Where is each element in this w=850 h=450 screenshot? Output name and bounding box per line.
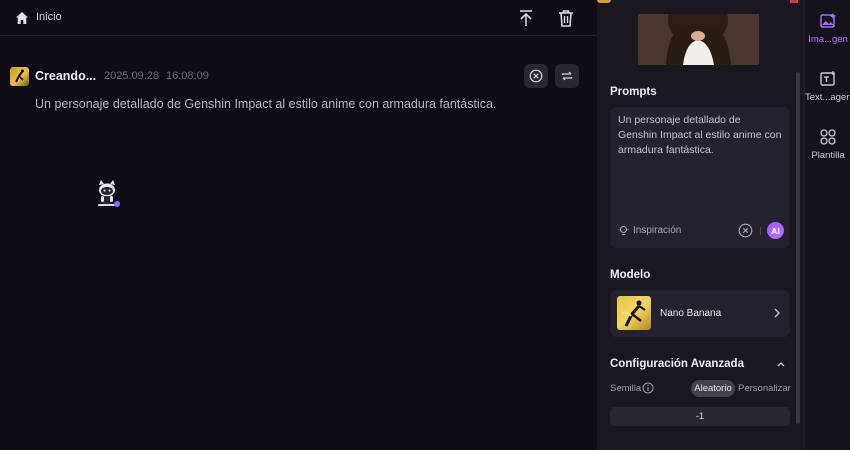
model-thumbnail-large	[617, 296, 651, 330]
tool-rail: Ima...gen Text...agen Plantilla	[804, 0, 850, 450]
ai-enhance-button[interactable]: AI	[767, 222, 784, 239]
prompt-input[interactable]: Un personaje detallado de Genshin Impact…	[610, 107, 790, 248]
app-root: Inicio Creando... 2025.09.28 16:08:09 Un…	[0, 0, 850, 450]
chevron-up-icon[interactable]	[775, 359, 787, 369]
portrait-photo-icon	[638, 14, 759, 65]
prompts-heading: Prompts	[610, 86, 657, 98]
home-icon[interactable]	[15, 11, 29, 25]
panel-scrollbar[interactable]	[796, 72, 800, 424]
close-circle-icon	[529, 69, 543, 83]
task-prompt-text: Un personaje detallado de Genshin Impact…	[35, 97, 497, 111]
lightbulb-icon	[618, 226, 629, 235]
model-thumbnail	[10, 67, 29, 86]
image-sparkle-icon	[820, 13, 836, 28]
banana-figure-icon	[15, 69, 24, 83]
seed-input[interactable]: -1	[610, 407, 790, 426]
rail-item-image[interactable]: Ima...gen	[805, 12, 850, 45]
main-area: Inicio Creando... 2025.09.28 16:08:09 Un…	[0, 0, 597, 450]
text-image-icon	[820, 71, 835, 86]
reference-image[interactable]	[638, 14, 759, 65]
rail-item-label: Plantilla	[811, 150, 845, 161]
trash-icon	[559, 10, 573, 27]
window-accent	[597, 0, 611, 3]
rail-item-text-to-image[interactable]: Text...agen	[805, 70, 850, 103]
loading-mascot-icon	[98, 180, 120, 207]
window-accent	[790, 0, 798, 3]
home-link[interactable]: Inicio	[36, 11, 62, 23]
upload-arrow-icon	[520, 10, 532, 26]
model-name: Nano Banana	[660, 308, 722, 319]
generation-placeholder	[35, 140, 177, 246]
cancel-task-button[interactable]	[524, 64, 548, 88]
info-icon[interactable]	[642, 382, 654, 394]
template-grid-icon	[820, 129, 836, 145]
prompt-input-text[interactable]: Un personaje detallado de Genshin Impact…	[618, 113, 782, 158]
task-time: 16:08:09	[166, 70, 209, 82]
top-bar: Inicio	[0, 0, 597, 36]
scroll-to-top-button[interactable]	[516, 8, 536, 28]
inspiration-button[interactable]: Inspiración	[618, 225, 681, 236]
chevron-right-icon	[774, 308, 780, 318]
settings-panel: Prompts Un personaje detallado de Genshi…	[597, 0, 804, 450]
clear-prompt-icon[interactable]	[738, 223, 753, 238]
model-heading: Modelo	[610, 269, 651, 281]
advanced-settings-heading[interactable]: Configuración Avanzada	[610, 358, 744, 370]
regenerate-button[interactable]	[555, 64, 579, 88]
rail-item-template[interactable]: Plantilla	[805, 128, 850, 161]
swap-arrows-icon	[561, 71, 573, 81]
task-status-title: Creando...	[35, 69, 97, 83]
seed-label: Semilla	[610, 383, 642, 394]
inspiration-label: Inspiración	[633, 225, 682, 236]
seed-mode-custom[interactable]: Personalizar	[738, 383, 791, 394]
rail-item-label: Text...agen	[805, 92, 850, 103]
rail-item-label: Ima...gen	[808, 34, 848, 45]
seed-mode-random[interactable]: Aleatorio	[691, 380, 735, 397]
model-selector[interactable]: Nano Banana	[610, 290, 790, 337]
divider	[760, 227, 761, 235]
banana-figure-icon	[621, 300, 646, 327]
task-date: 2025.09.28	[104, 70, 160, 82]
delete-button[interactable]	[556, 8, 576, 28]
